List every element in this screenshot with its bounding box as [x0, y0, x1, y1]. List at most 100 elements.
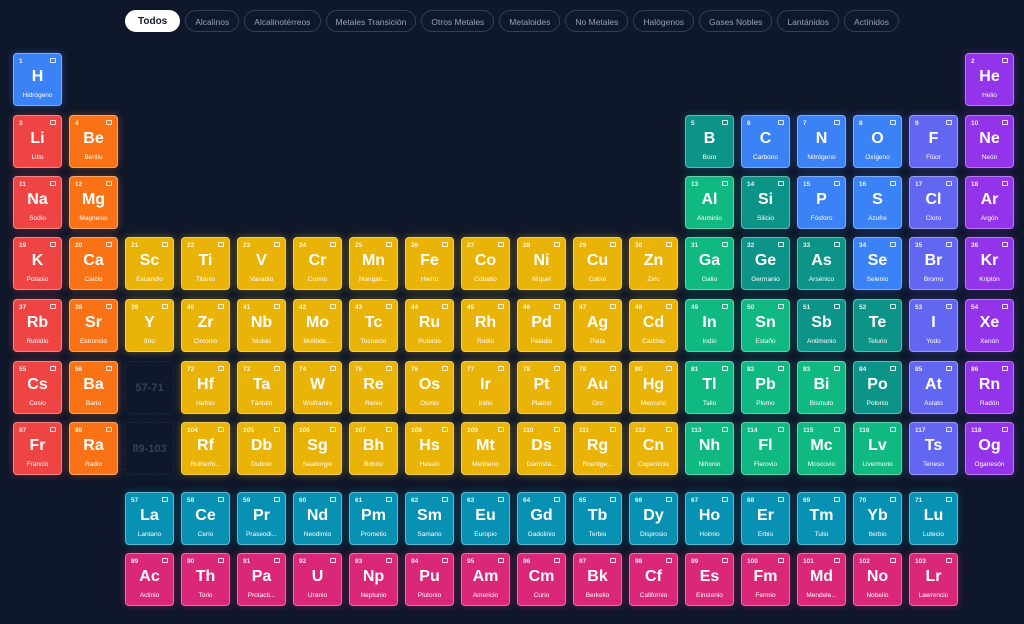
element-tile-fm[interactable]: 100 Fm Fermio: [741, 553, 790, 606]
element-tile-mo[interactable]: 42 Mo Molibde...: [293, 299, 342, 352]
element-tile-np[interactable]: 93 Np Neptunio: [349, 553, 398, 606]
element-tile-o[interactable]: 8 O Oxígeno: [853, 115, 902, 168]
element-tile-ir[interactable]: 77 Ir Iridio: [461, 361, 510, 414]
element-tile-re[interactable]: 75 Re Renio: [349, 361, 398, 414]
element-tile-gd[interactable]: 64 Gd Gadolinio: [517, 492, 566, 545]
element-tile-ne[interactable]: 10 Ne Neón: [965, 115, 1014, 168]
element-tile-zn[interactable]: 30 Zn Zinc: [629, 237, 678, 290]
element-tile-p[interactable]: 15 P Fósforo: [797, 176, 846, 229]
element-tile-rg[interactable]: 111 Rg Roentge...: [573, 422, 622, 475]
element-tile-bi[interactable]: 83 Bi Bismuto: [797, 361, 846, 414]
element-tile-sc[interactable]: 21 Sc Escandio: [125, 237, 174, 290]
element-tile-es[interactable]: 99 Es Einstenio: [685, 553, 734, 606]
element-tile-lu[interactable]: 71 Lu Lutecio: [909, 492, 958, 545]
element-tile-ti[interactable]: 22 Ti Titanio: [181, 237, 230, 290]
element-tile-si[interactable]: 14 Si Silicio: [741, 176, 790, 229]
element-tile-th[interactable]: 90 Th Torio: [181, 553, 230, 606]
element-tile-ds[interactable]: 110 Ds Darmsta...: [517, 422, 566, 475]
element-tile-la[interactable]: 57 La Lantano: [125, 492, 174, 545]
element-tile-dy[interactable]: 66 Dy Disprosio: [629, 492, 678, 545]
element-tile-sn[interactable]: 50 Sn Estaño: [741, 299, 790, 352]
element-tile-rn[interactable]: 86 Rn Radón: [965, 361, 1014, 414]
element-tile-ru[interactable]: 44 Ru Rutenio: [405, 299, 454, 352]
element-tile-no[interactable]: 102 No Nobelio: [853, 553, 902, 606]
element-tile-hg[interactable]: 80 Hg Mercurio: [629, 361, 678, 414]
element-tile-cu[interactable]: 29 Cu Cobre: [573, 237, 622, 290]
element-tile-ts[interactable]: 117 Ts Teneso: [909, 422, 958, 475]
element-tile-sb[interactable]: 51 Sb Antimonio: [797, 299, 846, 352]
element-tile-os[interactable]: 76 Os Osmio: [405, 361, 454, 414]
element-tile-yb[interactable]: 70 Yb Iterbio: [853, 492, 902, 545]
element-tile-ta[interactable]: 73 Ta Tántalo: [237, 361, 286, 414]
element-tile-be[interactable]: 4 Be Berilio: [69, 115, 118, 168]
element-tile-w[interactable]: 74 W Wolframio: [293, 361, 342, 414]
element-tile-ca[interactable]: 20 Ca Calcio: [69, 237, 118, 290]
element-tile-he[interactable]: 2 He Helio: [965, 53, 1014, 106]
element-tile-v[interactable]: 23 V Vanadio: [237, 237, 286, 290]
element-tile-ce[interactable]: 58 Ce Cerio: [181, 492, 230, 545]
element-tile-fl[interactable]: 114 Fl Flerovio: [741, 422, 790, 475]
element-tile-c[interactable]: 6 C Carbono: [741, 115, 790, 168]
element-tile-pm[interactable]: 61 Pm Prometio: [349, 492, 398, 545]
element-tile-tc[interactable]: 43 Tc Tecnecio: [349, 299, 398, 352]
element-tile-nd[interactable]: 60 Nd Neodimio: [293, 492, 342, 545]
element-tile-er[interactable]: 68 Er Erbio: [741, 492, 790, 545]
element-tile-po[interactable]: 84 Po Polonio: [853, 361, 902, 414]
element-tile-zr[interactable]: 40 Zr Circonio: [181, 299, 230, 352]
element-tile-pt[interactable]: 78 Pt Platino: [517, 361, 566, 414]
element-tile-cn[interactable]: 112 Cn Copernicio: [629, 422, 678, 475]
element-tile-ra[interactable]: 88 Ra Radio: [69, 422, 118, 475]
element-tile-fe[interactable]: 26 Fe Hierro: [405, 237, 454, 290]
element-tile-cm[interactable]: 96 Cm Curio: [517, 553, 566, 606]
element-tile-i[interactable]: 53 I Yodo: [909, 299, 958, 352]
element-tile-bh[interactable]: 107 Bh Bohrio: [349, 422, 398, 475]
element-tile-br[interactable]: 35 Br Bromo: [909, 237, 958, 290]
element-tile-f[interactable]: 9 F Flúor: [909, 115, 958, 168]
element-tile-pa[interactable]: 91 Pa Protacti...: [237, 553, 286, 606]
element-tile-b[interactable]: 5 B Boro: [685, 115, 734, 168]
element-tile-at[interactable]: 85 At Astato: [909, 361, 958, 414]
element-tile-ac[interactable]: 89 Ac Actinio: [125, 553, 174, 606]
element-tile-au[interactable]: 79 Au Oro: [573, 361, 622, 414]
element-tile-rb[interactable]: 37 Rb Rubidio: [13, 299, 62, 352]
element-tile-in[interactable]: 49 In Indio: [685, 299, 734, 352]
element-tile-ge[interactable]: 32 Ge Germanio: [741, 237, 790, 290]
element-tile-lr[interactable]: 103 Lr Lawrencio: [909, 553, 958, 606]
element-tile-bk[interactable]: 97 Bk Berkelio: [573, 553, 622, 606]
element-tile-hs[interactable]: 108 Hs Hassio: [405, 422, 454, 475]
element-tile-mc[interactable]: 115 Mc Moscovio: [797, 422, 846, 475]
element-tile-hf[interactable]: 72 Hf Hafnio: [181, 361, 230, 414]
element-tile-rf[interactable]: 104 Rf Rutherfo...: [181, 422, 230, 475]
element-tile-se[interactable]: 34 Se Selenio: [853, 237, 902, 290]
element-tile-cr[interactable]: 24 Cr Cromo: [293, 237, 342, 290]
element-tile-pr[interactable]: 59 Pr Praseodi...: [237, 492, 286, 545]
element-tile-ga[interactable]: 31 Ga Galio: [685, 237, 734, 290]
element-tile-cd[interactable]: 48 Cd Cadmio: [629, 299, 678, 352]
element-tile-te[interactable]: 52 Te Telurio: [853, 299, 902, 352]
element-tile-nb[interactable]: 41 Nb Niobio: [237, 299, 286, 352]
element-tile-og[interactable]: 118 Og Oganesón: [965, 422, 1014, 475]
element-tile-n[interactable]: 7 N Nitrógeno: [797, 115, 846, 168]
element-tile-ni[interactable]: 28 Ni Níquel: [517, 237, 566, 290]
element-tile-mn[interactable]: 25 Mn Mangan...: [349, 237, 398, 290]
element-tile-nh[interactable]: 113 Nh Nihonio: [685, 422, 734, 475]
element-tile-as[interactable]: 33 As Arsénico: [797, 237, 846, 290]
element-tile-lv[interactable]: 116 Lv Livermorio: [853, 422, 902, 475]
element-tile-al[interactable]: 13 Al Aluminio: [685, 176, 734, 229]
element-tile-ag[interactable]: 47 Ag Plata: [573, 299, 622, 352]
element-tile-rh[interactable]: 45 Rh Rodio: [461, 299, 510, 352]
element-tile-db[interactable]: 105 Db Dubnio: [237, 422, 286, 475]
element-tile-sg[interactable]: 106 Sg Seaborgio: [293, 422, 342, 475]
element-tile-kr[interactable]: 36 Kr Kriptón: [965, 237, 1014, 290]
element-tile-cs[interactable]: 55 Cs Cesio: [13, 361, 62, 414]
element-tile-pu[interactable]: 94 Pu Plutonio: [405, 553, 454, 606]
element-tile-co[interactable]: 27 Co Cobalto: [461, 237, 510, 290]
element-tile-sm[interactable]: 62 Sm Samario: [405, 492, 454, 545]
element-tile-mg[interactable]: 12 Mg Magnesio: [69, 176, 118, 229]
element-tile-xe[interactable]: 54 Xe Xenón: [965, 299, 1014, 352]
element-tile-h[interactable]: 1 H Hidrógeno: [13, 53, 62, 106]
element-tile-s[interactable]: 16 S Azufre: [853, 176, 902, 229]
element-tile-sr[interactable]: 38 Sr Estroncio: [69, 299, 118, 352]
element-tile-y[interactable]: 39 Y Itrio: [125, 299, 174, 352]
element-tile-pd[interactable]: 46 Pd Paladio: [517, 299, 566, 352]
